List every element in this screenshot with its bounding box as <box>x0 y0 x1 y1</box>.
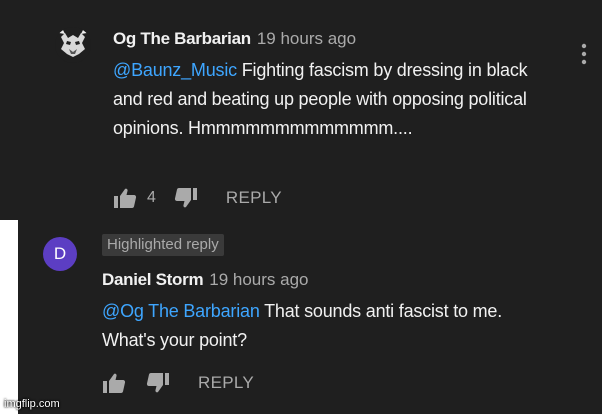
comment-header: Daniel Storm 19 hours ago <box>102 270 309 290</box>
thumbs-down-icon[interactable] <box>146 372 170 394</box>
more-options-icon[interactable] <box>576 40 592 70</box>
thumbs-up-icon[interactable] <box>113 187 137 209</box>
comment-text: @Og The Barbarian That sounds anti fasci… <box>102 297 542 355</box>
comment-text: @Baunz_Music Fighting fascism by dressin… <box>113 56 553 143</box>
like-count: 4 <box>147 189 156 206</box>
reply-button[interactable]: REPLY <box>226 188 282 208</box>
mention-link[interactable]: @Og The Barbarian <box>102 301 260 321</box>
mention-link[interactable]: @Baunz_Music <box>113 60 237 80</box>
reply-button[interactable]: REPLY <box>198 373 254 393</box>
watermark: imgflip.com <box>4 398 60 410</box>
thumbs-up-icon[interactable] <box>102 372 126 394</box>
highlighted-reply-badge: Highlighted reply <box>102 234 224 256</box>
comment-actions: 4 REPLY <box>113 187 282 209</box>
avatar[interactable]: D <box>43 237 77 271</box>
barbarian-avatar-icon[interactable] <box>55 27 91 63</box>
timestamp[interactable]: 19 hours ago <box>257 29 356 48</box>
timestamp[interactable]: 19 hours ago <box>209 270 308 289</box>
author-name[interactable]: Og The Barbarian <box>113 29 251 48</box>
thumbs-down-icon[interactable] <box>174 187 198 209</box>
comment-header: Og The Barbarian 19 hours ago <box>113 29 356 49</box>
author-name[interactable]: Daniel Storm <box>102 270 204 289</box>
comment-actions: REPLY <box>102 372 254 394</box>
